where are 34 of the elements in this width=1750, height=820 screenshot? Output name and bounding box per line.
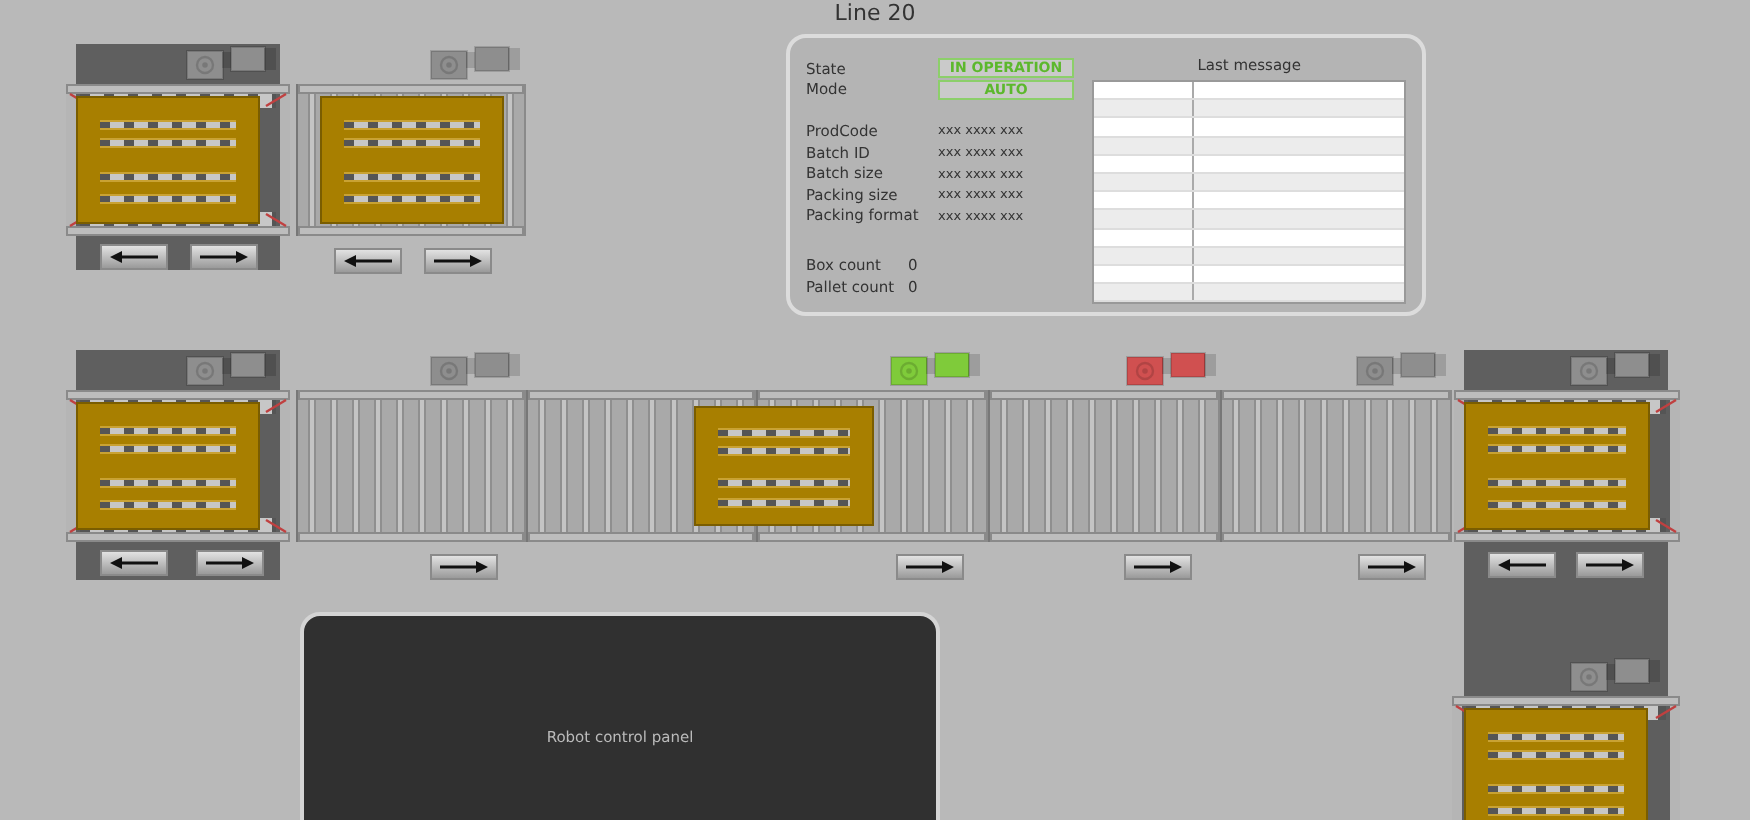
arrow-icon: [436, 558, 492, 576]
arrow-icon: [1494, 556, 1550, 574]
motor-icon: [1570, 658, 1662, 692]
arrow-icon: [106, 554, 162, 572]
arrow-icon: [202, 554, 258, 572]
arrow-icon: [1582, 556, 1638, 574]
right-arrow-button[interactable]: [190, 244, 258, 270]
motor-icon: [186, 46, 278, 80]
arrow-icon: [196, 248, 252, 266]
right-arrow-button[interactable]: [1124, 554, 1192, 580]
motor-icon: [186, 352, 278, 386]
arrow-icon: [1364, 558, 1420, 576]
left-arrow-button[interactable]: [100, 244, 168, 270]
arrow-icon: [1130, 558, 1186, 576]
motor-icon: [1356, 352, 1448, 386]
left-arrow-button[interactable]: [334, 248, 402, 274]
motor-icon: [430, 352, 522, 386]
arrow-icon: [430, 252, 486, 270]
left-arrow-button[interactable]: [1488, 552, 1556, 578]
right-arrow-button[interactable]: [896, 554, 964, 580]
motor-icon: [430, 46, 522, 80]
arrow-icon: [902, 558, 958, 576]
motor-icon: [1126, 352, 1218, 386]
line-title: Line 20: [834, 0, 916, 26]
motor-icon: [890, 352, 982, 386]
right-arrow-button[interactable]: [1358, 554, 1426, 580]
arrow-icon: [106, 248, 162, 266]
right-arrow-button[interactable]: [1576, 552, 1644, 578]
right-arrow-button[interactable]: [196, 550, 264, 576]
right-arrow-button[interactable]: [424, 248, 492, 274]
right-arrow-button[interactable]: [430, 554, 498, 580]
motor-icon: [1570, 352, 1662, 386]
left-arrow-button[interactable]: [100, 550, 168, 576]
arrow-icon: [340, 252, 396, 270]
